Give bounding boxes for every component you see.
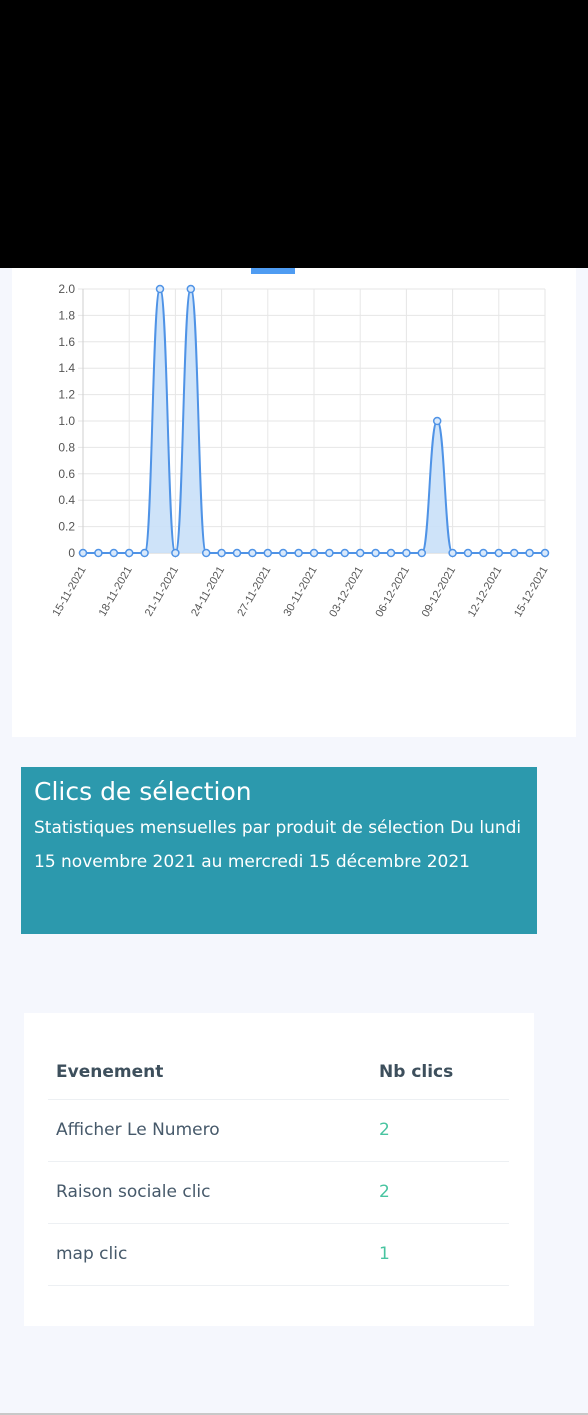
event-name: Afficher Le Numero (48, 1099, 371, 1162)
data-point (432, 416, 442, 426)
y-tick-label: 0.8 (58, 440, 75, 454)
x-tick-label: 27-11-2021 (235, 565, 273, 619)
data-point (140, 548, 149, 558)
y-tick-label: 1.4 (58, 361, 75, 375)
x-tick-label: 15-12-2021 (512, 565, 551, 620)
data-point (479, 548, 488, 558)
data-point (263, 548, 273, 558)
data-point (309, 548, 319, 558)
column-header-event: Evenement (48, 1045, 371, 1100)
daily-clicks-chart: 0 0.2 0.4 0.6 0.8 1.0 1.2 1.4 1.6 1.8 2.0 15-11-20… (50, 282, 550, 620)
x-tick-label: 12-12-2021 (466, 565, 505, 620)
data-point (402, 548, 411, 558)
data-point (217, 548, 226, 558)
click-count: 2 (371, 1161, 509, 1224)
data-point (494, 548, 504, 558)
x-axis-ticks: 15-11-2021 18-11-2021 21-11-2021 24-11-2021… (50, 565, 550, 620)
x-tick-label: 06-12-2021 (373, 565, 412, 620)
banner-title: Clics de sélection (34, 777, 252, 806)
x-tick-label: 24-11-2021 (189, 565, 227, 619)
y-tick-label: 1.8 (58, 308, 75, 322)
data-point (94, 548, 103, 558)
event-name: Raison sociale clic (48, 1161, 371, 1224)
clicks-table: Evenement Nb clics Afficher Le Numero 2 … (48, 1045, 509, 1286)
data-point (294, 548, 303, 558)
y-tick-label: 0.6 (58, 467, 75, 481)
y-tick-label: 1.6 (58, 335, 75, 349)
data-point (355, 548, 365, 558)
data-point (78, 548, 88, 558)
top-black-area (0, 0, 588, 268)
data-point (371, 548, 380, 558)
data-point (232, 548, 242, 558)
data-point (525, 548, 534, 558)
click-count: 2 (371, 1099, 509, 1162)
table-row: Afficher Le Numero 2 (48, 1099, 509, 1162)
banner-subtitle: Statistiques mensuelles par produit de s… (34, 818, 522, 872)
data-point (248, 548, 257, 558)
y-axis-ticks: 0 0.2 0.4 0.6 0.8 1.0 1.2 1.4 1.6 1.8 2.0 (58, 282, 75, 560)
data-point (540, 548, 550, 558)
x-tick-label: 30-11-2021 (281, 565, 319, 619)
table-header-row: Evenement Nb clics (48, 1045, 509, 1100)
y-tick-label: 1.0 (58, 414, 75, 428)
data-point (417, 548, 427, 558)
y-tick-label: 0.4 (58, 493, 75, 507)
y-tick-label: 0 (68, 546, 75, 560)
x-tick-label: 18-11-2021 (97, 565, 135, 619)
x-tick-label: 15-11-2021 (50, 565, 88, 619)
chart-tab-indicator[interactable] (251, 268, 295, 274)
data-point (278, 548, 288, 558)
data-point (386, 548, 396, 558)
clicks-table-card: Evenement Nb clics Afficher Le Numero 2 … (24, 1013, 534, 1326)
y-tick-label: 2.0 (58, 282, 75, 296)
column-header-clicks: Nb clics (371, 1045, 509, 1100)
table-row: Raison sociale clic 2 (48, 1161, 509, 1224)
x-tick-label: 09-12-2021 (420, 565, 459, 620)
selection-clicks-banner: Clics de sélection Statistiques mensuell… (21, 767, 537, 934)
data-point (124, 548, 134, 558)
data-point (325, 548, 334, 558)
event-name: map clic (48, 1223, 371, 1286)
x-tick-label: 03-12-2021 (327, 565, 366, 620)
table-row: map clic 1 (48, 1223, 509, 1286)
data-point (171, 548, 180, 558)
data-point (155, 284, 165, 294)
y-tick-label: 0.2 (58, 520, 75, 534)
data-point (201, 548, 211, 558)
data-point (340, 548, 350, 558)
y-tick-label: 1.2 (58, 388, 75, 402)
data-point (509, 548, 519, 558)
x-tick-label: 21-11-2021 (143, 565, 181, 619)
data-point (109, 548, 119, 558)
data-point (463, 548, 473, 558)
click-count: 1 (371, 1223, 509, 1286)
data-point (448, 548, 457, 558)
data-point (186, 284, 196, 294)
